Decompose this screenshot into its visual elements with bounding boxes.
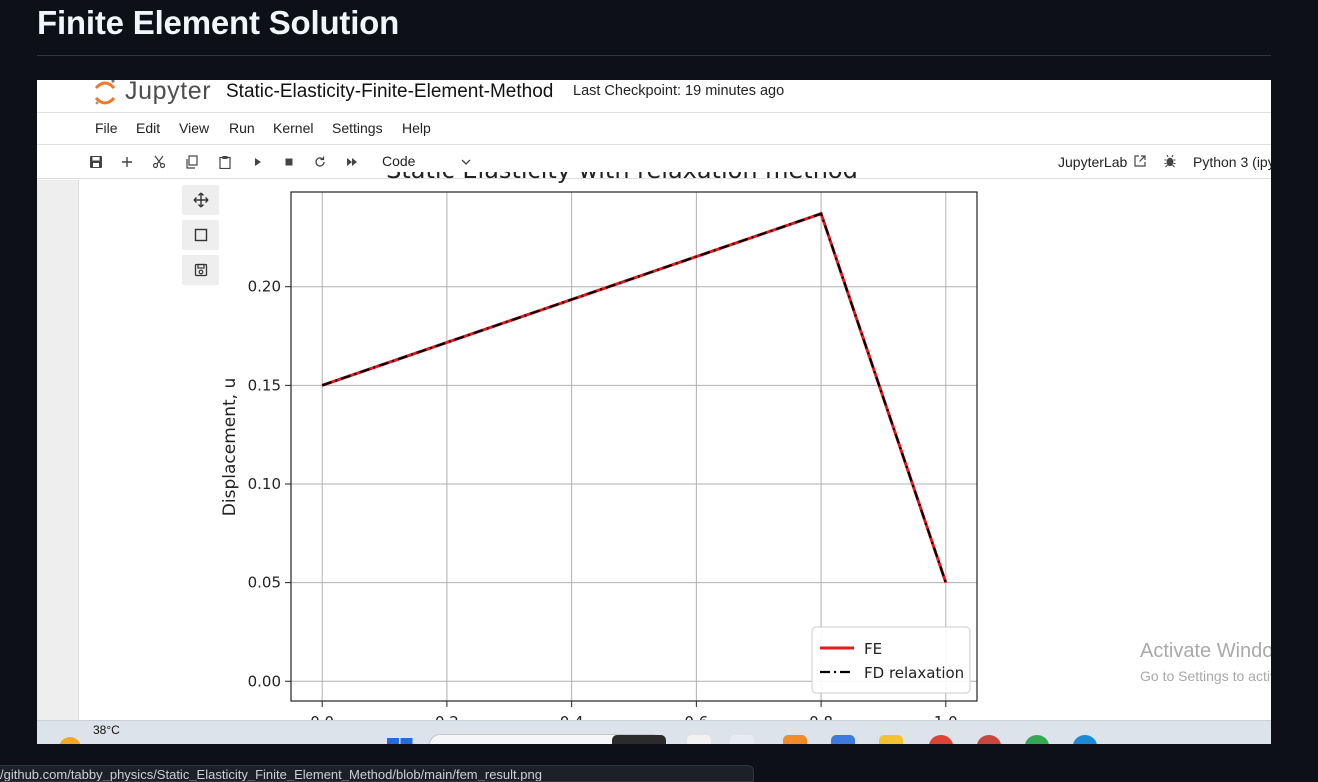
menu-help[interactable]: Help <box>402 120 431 136</box>
taskbar-app-icon[interactable] <box>687 735 711 744</box>
taskbar-app-icon[interactable] <box>831 735 855 744</box>
run-icon[interactable] <box>249 153 267 171</box>
legend-label: FD relaxation <box>864 664 964 682</box>
run-all-icon[interactable] <box>343 153 361 171</box>
y-tick-label: 0.00 <box>248 672 281 690</box>
taskbar-app-thumbnail-icon[interactable] <box>612 735 666 744</box>
last-checkpoint: Last Checkpoint: 19 minutes ago <box>573 83 785 99</box>
notebook-name[interactable]: Static-Elasticity-Finite-Element-Method <box>226 81 553 103</box>
paste-icon[interactable] <box>216 153 234 171</box>
taskbar-app-icon[interactable] <box>730 735 754 744</box>
jupyterlab-link[interactable]: JupyterLab <box>1058 154 1127 170</box>
activate-windows-subtitle: Go to Settings to activate Windows. <box>1140 668 1271 684</box>
copy-icon[interactable] <box>183 153 201 171</box>
series-line-fe <box>321 211 948 584</box>
jupyter-brand[interactable]: Jupyter <box>125 80 211 106</box>
heading-divider <box>37 55 1271 56</box>
taskbar-app-icon[interactable] <box>1025 735 1049 744</box>
legend-label: FE <box>864 640 882 658</box>
restart-icon[interactable] <box>311 153 329 171</box>
page-heading: Finite Element Solution <box>37 4 400 41</box>
screenshot-image: Jupyter Static-Elasticity-Finite-Element… <box>37 80 1271 744</box>
legend-box <box>811 626 971 694</box>
square-icon[interactable] <box>182 220 219 250</box>
add-cell-icon[interactable] <box>118 153 136 171</box>
debugger-bug-icon[interactable] <box>1163 154 1177 168</box>
windows-taskbar: 38°C <box>37 720 1271 744</box>
jupyter-logo-icon[interactable] <box>93 80 117 110</box>
menu-edit[interactable]: Edit <box>136 120 160 136</box>
weather-sun-icon[interactable] <box>59 737 81 744</box>
displacement-plot: Static Elasticity with relaxation method… <box>220 172 978 731</box>
plot-frame <box>290 191 978 702</box>
weather-temperature[interactable]: 38°C <box>93 723 120 737</box>
external-link-icon[interactable] <box>1133 154 1147 168</box>
jupyter-title-bar: Jupyter Static-Elasticity-Finite-Element… <box>37 80 1271 113</box>
windows-start-icon[interactable] <box>387 738 413 744</box>
chart-title: Static Elasticity with relaxation method <box>386 172 858 184</box>
save-icon[interactable] <box>87 153 105 171</box>
chrome-icon[interactable] <box>929 735 953 744</box>
series-line-fd-relaxation <box>321 212 947 583</box>
y-axis-label: Displacement, u <box>220 378 240 516</box>
status-bar-url: /github.com/tabby_physics/Static_Elastic… <box>0 765 754 782</box>
taskbar-app-icon[interactable] <box>783 735 807 744</box>
menu-run[interactable]: Run <box>229 120 255 136</box>
folder-icon[interactable] <box>879 735 903 744</box>
chart-legend: FE FD relaxation <box>811 626 971 694</box>
y-tick-label: 0.10 <box>248 475 281 493</box>
move-icon[interactable] <box>182 185 219 215</box>
y-tick-label: 0.20 <box>248 278 281 296</box>
menu-settings[interactable]: Settings <box>332 120 383 136</box>
activate-windows-title: Activate Windows <box>1140 640 1271 662</box>
menu-view[interactable]: View <box>179 120 209 136</box>
menu-kernel[interactable]: Kernel <box>273 120 313 136</box>
chevron-down-icon[interactable] <box>459 155 473 169</box>
cell-gutter <box>37 180 79 720</box>
cut-icon[interactable] <box>150 153 168 171</box>
avatar[interactable] <box>977 735 1001 744</box>
edge-icon[interactable] <box>1073 735 1097 744</box>
y-tick-label: 0.05 <box>248 574 281 592</box>
chart-grid <box>291 192 977 701</box>
stop-icon[interactable] <box>280 153 298 171</box>
chart-series <box>321 211 948 584</box>
kernel-status[interactable]: Python 3 (ipykernel) <box>1193 154 1271 170</box>
y-tick-label: 0.15 <box>248 376 281 394</box>
cell-type-select[interactable]: Code <box>382 153 415 169</box>
menu-file[interactable]: File <box>95 120 118 136</box>
save-figure-icon[interactable] <box>182 255 219 285</box>
menu-bar: File Edit View Run Kernel Settings Help <box>37 114 1271 145</box>
